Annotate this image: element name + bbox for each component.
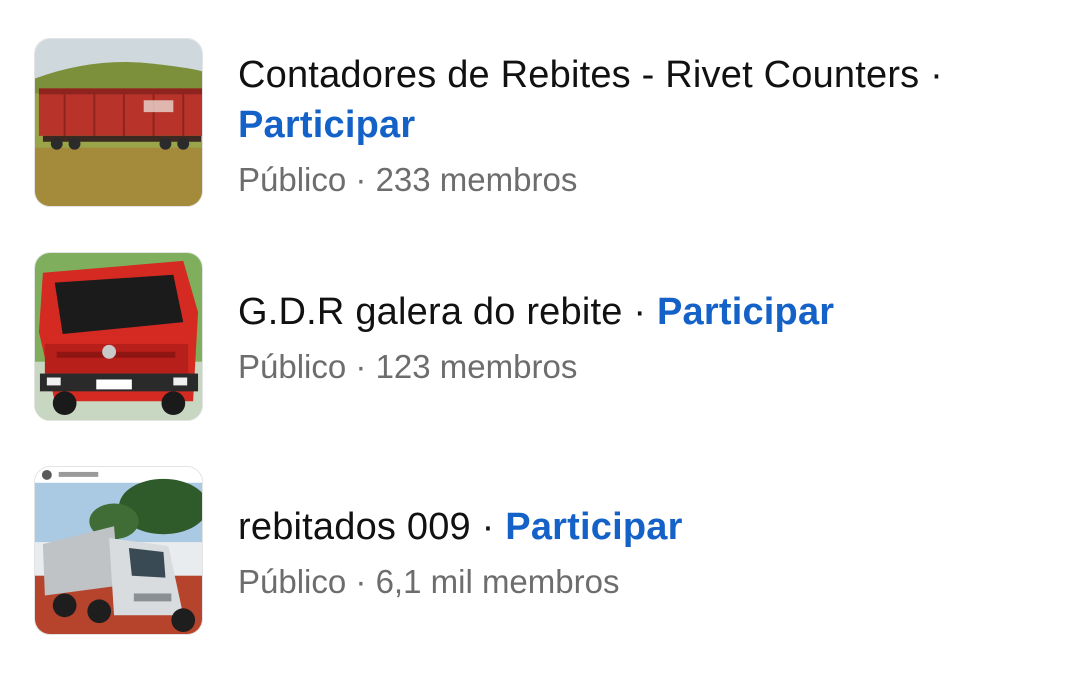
group-thumbnail[interactable] xyxy=(34,466,203,635)
group-name[interactable]: G.D.R galera do rebite xyxy=(238,291,623,333)
group-meta: Público · 233 membros xyxy=(238,158,1038,202)
separator-dot: · xyxy=(355,161,367,198)
group-thumbnail[interactable] xyxy=(34,252,203,421)
group-privacy: Público xyxy=(238,563,347,600)
group-name[interactable]: rebitados 009 xyxy=(238,506,471,548)
join-group-link[interactable]: Participar xyxy=(657,291,834,333)
group-thumbnail[interactable] xyxy=(34,38,203,207)
separator-dot: · xyxy=(481,506,495,548)
group-title[interactable]: G.D.R galera do rebite · Participar xyxy=(238,287,1038,337)
group-meta: Público · 123 membros xyxy=(238,345,1038,389)
group-title[interactable]: rebitados 009 · Participar xyxy=(238,502,1038,552)
group-meta: Público · 6,1 mil membros xyxy=(238,560,1038,604)
white-dump-truck-image xyxy=(35,467,202,634)
separator-dot: · xyxy=(355,563,367,600)
separator-dot: · xyxy=(633,291,647,333)
separator-dot: · xyxy=(930,54,944,96)
group-privacy: Público xyxy=(238,348,347,385)
group-list-item[interactable]: Contadores de Rebites - Rivet Counters ·… xyxy=(0,38,1080,210)
group-member-count: 233 membros xyxy=(375,161,578,198)
group-list-item[interactable]: G.D.R galera do rebite · Participar Públ… xyxy=(0,252,1080,424)
group-list-item[interactable]: rebitados 009 · Participar Público · 6,1… xyxy=(0,466,1080,638)
group-name[interactable]: Contadores de Rebites - Rivet Counters xyxy=(238,54,919,96)
train-wagon-image xyxy=(35,39,202,206)
group-member-count: 6,1 mil membros xyxy=(375,563,620,600)
join-group-link[interactable]: Participar xyxy=(238,104,415,146)
separator-dot: · xyxy=(355,348,367,385)
red-truck-image xyxy=(35,253,202,420)
group-privacy: Público xyxy=(238,161,347,198)
join-group-link[interactable]: Participar xyxy=(505,506,682,548)
group-title[interactable]: Contadores de Rebites - Rivet Counters ·… xyxy=(238,50,1038,150)
group-member-count: 123 membros xyxy=(375,348,578,385)
